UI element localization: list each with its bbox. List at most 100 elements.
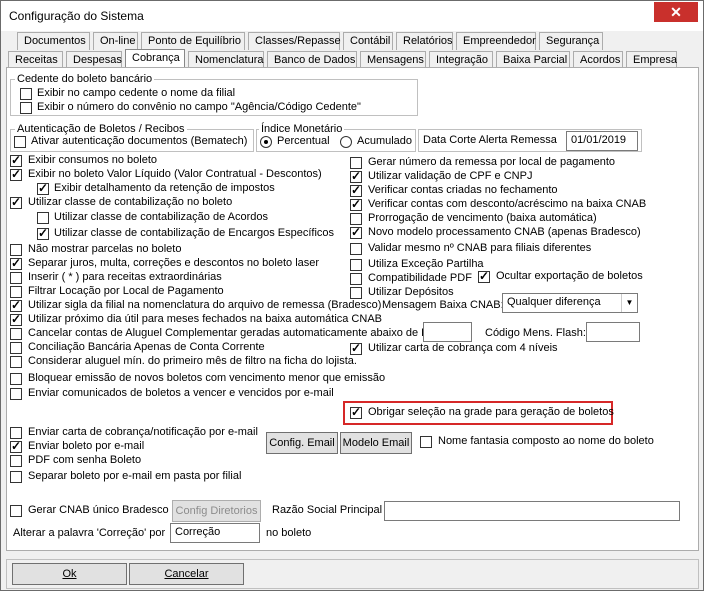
right-label-3: Verificar contas com desconto/acréscimo …: [368, 198, 647, 210]
tab-contabil[interactable]: Contábil: [343, 32, 393, 50]
left-cb-13[interactable]: [10, 342, 22, 354]
right-cb-4[interactable]: [350, 213, 362, 225]
right-cb-1[interactable]: [350, 169, 362, 183]
button-bar: Ok Cancelar: [6, 559, 699, 589]
cedente-title: Cedente do boleto bancário: [15, 73, 155, 85]
tabs-row-1: Documentos On-line Ponto de Equilíbrio C…: [1, 32, 701, 51]
left-cb-3[interactable]: [10, 195, 22, 209]
codigo-mens-input[interactable]: [586, 322, 640, 342]
window-title: Configuração do Sistema: [9, 9, 144, 23]
left-cb-14[interactable]: [10, 356, 22, 368]
cedente-opt1-checkbox[interactable]: [20, 88, 32, 100]
right-cb-2[interactable]: [350, 183, 362, 197]
cedente-opt2-label: Exibir o número do convênio no campo "Ag…: [37, 101, 361, 113]
right-cb-3[interactable]: [350, 197, 362, 211]
left-cb-0[interactable]: [10, 153, 22, 167]
right-label-7: Utiliza Exceção Partilha: [368, 258, 484, 270]
tab-documentos[interactable]: Documentos: [17, 32, 90, 50]
close-button[interactable]: ✕: [654, 2, 698, 22]
email-cb-1[interactable]: [10, 439, 22, 453]
left-label-4: Utilizar classe de contabilização de Aco…: [54, 211, 269, 223]
right-cb-8[interactable]: [350, 273, 362, 285]
tab-seguranca[interactable]: Segurança: [539, 32, 603, 50]
left-label-10: Utilizar sigla da filial na nomenclatura…: [28, 299, 382, 311]
razao-social-input[interactable]: [384, 501, 680, 521]
config-diretorios-button[interactable]: Config Diretorios: [172, 500, 261, 522]
right-label-9: Utilizar Depósitos: [368, 286, 454, 298]
email-label-2: PDF com senha Boleto: [28, 454, 142, 466]
nome-fantasia-label: Nome fantasia composto ao nome do boleto: [438, 435, 654, 447]
left-cb-1[interactable]: [10, 167, 22, 181]
correcao-input[interactable]: Correção: [170, 523, 260, 543]
left-label-13: Conciliação Bancária Apenas de Conta Cor…: [28, 341, 265, 353]
right-cb-9[interactable]: [350, 287, 362, 299]
email-label-3: Separar boleto por e-mail em pasta por f…: [28, 470, 242, 482]
cnab-unico-checkbox[interactable]: [10, 505, 22, 517]
left-label-1: Exibir no boleto Valor Líquido (Valor Co…: [28, 168, 322, 180]
left-cb-8[interactable]: [10, 272, 22, 284]
left-cb-7[interactable]: [10, 256, 22, 270]
codigo-mens-label: Código Mens. Flash:: [485, 327, 586, 339]
carta4-checkbox[interactable]: [350, 341, 362, 355]
left-label-6: Não mostrar parcelas no boleto: [28, 243, 182, 255]
tab-classes-repasse[interactable]: Classes/Repasse: [248, 32, 341, 50]
percentual-label: Percentual: [277, 135, 330, 147]
left-cb-11[interactable]: [10, 312, 22, 326]
mensagem-baixa-select[interactable]: Qualquer diferença ▼: [502, 293, 638, 313]
email-cb-3[interactable]: [10, 471, 22, 483]
email-label-1: Enviar boleto por e-mail: [28, 440, 145, 452]
acumulado-label: Acumulado: [357, 135, 413, 147]
ok-button[interactable]: Ok: [12, 563, 127, 585]
right-cb-6[interactable]: [350, 243, 362, 255]
obrigar-checkbox[interactable]: [350, 405, 362, 419]
config-email-button[interactable]: Config. Email: [266, 432, 338, 454]
right-label-6: Validar mesmo nº CNAB para filiais difer…: [368, 242, 592, 254]
left-label-2: Exibir detalhamento da retenção de impos…: [54, 182, 275, 194]
cancelar-label: Cancelar: [164, 568, 209, 580]
left-label-3: Utilizar classe de contabilização no bol…: [28, 196, 233, 208]
modelo-email-button[interactable]: Modelo Email: [340, 432, 412, 454]
right-label-1: Utilizar validação de CPF e CNPJ: [368, 170, 533, 182]
right-cb-0[interactable]: [350, 157, 362, 169]
tab-ponto-equilibrio[interactable]: Ponto de Equilíbrio: [141, 32, 245, 50]
cancelar-button[interactable]: Cancelar: [129, 563, 244, 585]
autenticacao-checkbox[interactable]: [14, 136, 26, 148]
left-cb-12[interactable]: [10, 328, 22, 340]
left-label-5: Utilizar classe de contabilização de Enc…: [54, 227, 335, 239]
cedente-opt2-checkbox[interactable]: [20, 102, 32, 114]
chevron-down-icon: ▼: [621, 294, 637, 312]
left-cb-6[interactable]: [10, 244, 22, 256]
cnab-unico-label: Gerar CNAB único Bradesco: [28, 504, 169, 516]
left-label-8: Inserir ( * ) para receitas extraordinár…: [28, 271, 222, 283]
left-cb-15[interactable]: [10, 373, 22, 385]
left-cb-5[interactable]: [37, 226, 49, 240]
email-cb-2[interactable]: [10, 455, 22, 467]
percentual-radio[interactable]: [260, 136, 272, 148]
right-cb-7[interactable]: [350, 259, 362, 271]
left-label-0: Exibir consumos no boleto: [28, 154, 158, 166]
left-cb-9[interactable]: [10, 286, 22, 298]
right-label-8: Compatibilidade PDF: [368, 272, 472, 284]
indice-title: Índice Monetário: [259, 123, 345, 135]
left-cb-4[interactable]: [37, 212, 49, 224]
carta4-label: Utilizar carta de cobrança com 4 níveis: [368, 342, 558, 354]
left-cb-16[interactable]: [10, 388, 22, 400]
ocultar-label: Ocultar exportação de boletos: [496, 270, 643, 282]
acumulado-radio[interactable]: [340, 136, 352, 148]
tab-empreendedor[interactable]: Empreendedor: [456, 32, 536, 50]
email-cb-0[interactable]: [10, 427, 22, 439]
right-label-4: Prorrogação de vencimento (baixa automát…: [368, 212, 597, 224]
left-label-11: Utilizar próximo dia útil para meses fec…: [28, 313, 382, 325]
tab-relatorios[interactable]: Relatórios: [396, 32, 453, 50]
left-cb-10[interactable]: [10, 298, 22, 312]
left-cb-2[interactable]: [37, 181, 49, 195]
right-cb-5[interactable]: [350, 225, 362, 239]
left-label-7: Separar juros, multa, correções e descon…: [28, 257, 320, 269]
tab-online[interactable]: On-line: [93, 32, 138, 50]
ocultar-checkbox[interactable]: [478, 269, 490, 283]
cancelar-valor-input[interactable]: [423, 322, 472, 342]
nome-fantasia-checkbox[interactable]: [420, 436, 432, 448]
left-label-15: Bloquear emissão de novos boletos com ve…: [28, 372, 386, 384]
mensagem-baixa-value: Qualquer diferença: [507, 296, 601, 308]
alerta-date-input[interactable]: 01/01/2019: [566, 131, 638, 151]
